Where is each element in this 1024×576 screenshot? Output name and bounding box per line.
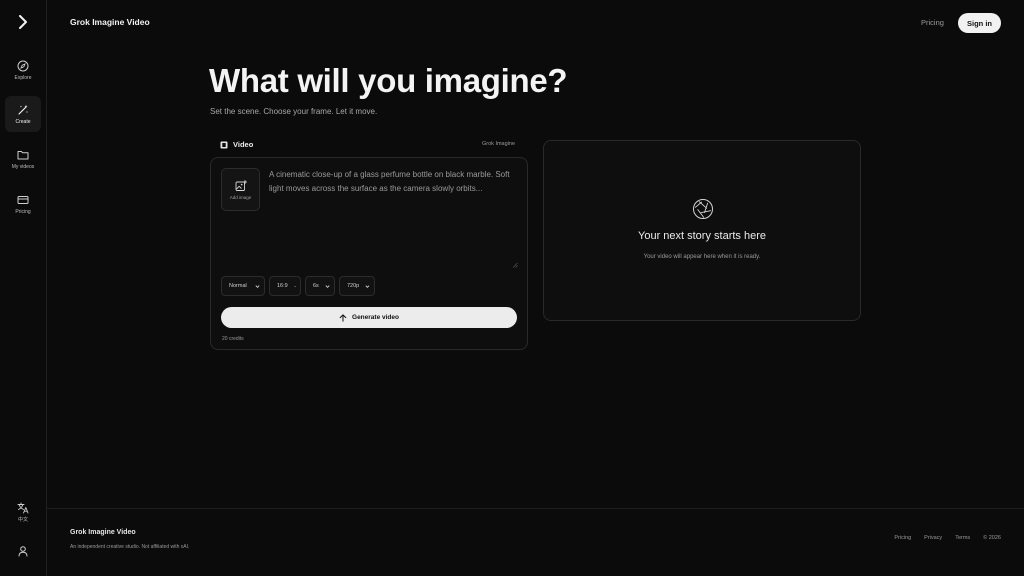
sidebar-item-label: Pricing [15, 208, 31, 215]
sidebar-item-label: My videos [11, 163, 35, 170]
composer-card: Add image Normal 16:9 6s 720p Generate v… [210, 157, 528, 350]
duration-value: 6s [313, 283, 319, 289]
sidebar-item-pricing[interactable]: Pricing [5, 186, 41, 222]
magic-wand-icon [18, 104, 28, 115]
sidebar-item-create[interactable]: Create [5, 96, 41, 132]
translate-icon [17, 502, 29, 514]
mode-select[interactable]: Normal [221, 276, 265, 296]
user-icon [18, 546, 28, 557]
page-title: What will you imagine? [209, 62, 568, 99]
sidebar-item-my-videos[interactable]: My videos [5, 141, 41, 177]
tab-video-label: Video [233, 140, 254, 149]
chevron-down-icon [255, 284, 260, 288]
language-label: 中文 [17, 517, 28, 523]
sidebar-item-explore[interactable]: Explore [5, 52, 41, 88]
preview-panel: Your next story starts here Your video w… [543, 140, 861, 321]
film-icon [220, 141, 228, 148]
duration-select[interactable]: 6s [305, 276, 335, 296]
arrow-up-icon [339, 313, 347, 322]
brand-name[interactable]: Grok Imagine Video [70, 17, 150, 27]
prompt-input[interactable] [269, 168, 519, 270]
add-image-button[interactable]: Add image [221, 168, 260, 211]
generate-video-button[interactable]: Generate video [221, 307, 517, 328]
preview-title: Your next story starts here [638, 230, 766, 242]
chevron-down-icon [325, 284, 330, 288]
preview-subtitle: Your video will appear here when it is r… [643, 254, 761, 260]
folder-icon [17, 150, 29, 159]
sidebar-item-label: Explore [14, 74, 32, 81]
resize-handle-icon[interactable] [512, 262, 518, 268]
image-add-icon [235, 179, 247, 191]
aperture-icon [693, 199, 713, 219]
footer-brand: Grok Imagine Video [70, 529, 136, 536]
resolution-value: 720p [347, 283, 360, 289]
aspect-select[interactable]: 16:9 [269, 276, 301, 296]
page-subtitle: Set the scene. Choose your frame. Let it… [210, 107, 378, 116]
credits-count: 20 credits [222, 336, 244, 342]
account-button[interactable] [5, 545, 41, 557]
resolution-select[interactable]: 720p [339, 276, 375, 296]
chevron-right-logo-icon[interactable] [14, 12, 32, 32]
credit-card-icon [17, 195, 29, 204]
sidebar: Explore Create My videos Pricing 中文 [0, 0, 47, 576]
sign-in-button[interactable]: Sign in [958, 13, 1001, 33]
header-pricing-link[interactable]: Pricing [921, 18, 944, 27]
sidebar-item-label: Create [15, 118, 31, 125]
footer: Grok Imagine Video An independent creati… [47, 508, 1024, 576]
footer-disclaimer: An independent creative studio. Not affi… [70, 544, 190, 550]
generate-video-label: Generate video [352, 314, 399, 321]
tab-video[interactable]: Video [220, 140, 253, 149]
model-label: Grok Imagine [482, 141, 516, 147]
add-image-label: Add image [229, 194, 252, 200]
language-switcher[interactable]: 中文 [5, 502, 41, 523]
aspect-value: 16:9 [277, 283, 288, 289]
footer-link-terms[interactable]: Terms [955, 535, 970, 541]
options-row: Normal 16:9 6s 720p [221, 276, 375, 296]
chevron-down-icon [365, 284, 370, 288]
chevron-down-icon [293, 285, 296, 287]
mode-value: Normal [229, 283, 247, 289]
footer-links: Pricing Privacy Terms © 2026 [894, 535, 1001, 541]
copyright: © 2026 [983, 535, 1001, 541]
footer-link-privacy[interactable]: Privacy [924, 535, 942, 541]
footer-link-pricing[interactable]: Pricing [894, 535, 911, 541]
compass-icon [17, 60, 29, 71]
